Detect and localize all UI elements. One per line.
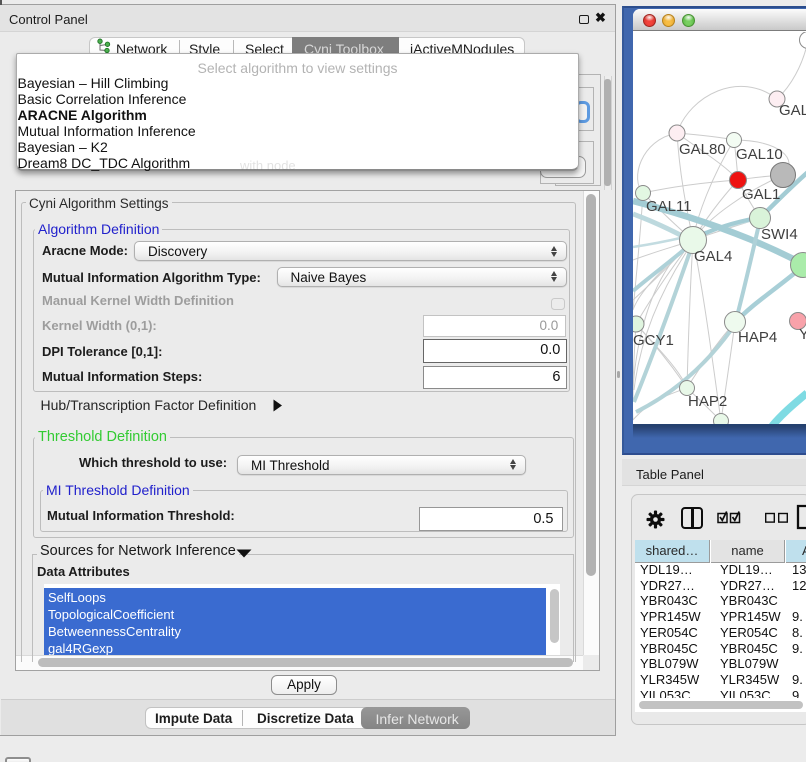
svg-text:SWI4: SWI4 [761, 226, 798, 243]
svg-text:GCY1: GCY1 [633, 332, 674, 349]
svg-text:YJ: YJ [799, 326, 806, 343]
svg-text:GAL4: GAL4 [694, 248, 732, 265]
svg-text:GAL80: GAL80 [679, 141, 726, 158]
svg-text:GAL1: GAL1 [742, 186, 780, 203]
svg-text:HAP2: HAP2 [688, 393, 727, 410]
svg-text:HAP4: HAP4 [738, 329, 777, 346]
svg-text:GAL10: GAL10 [736, 146, 783, 163]
svg-text:GAL2: GAL2 [779, 102, 806, 119]
svg-text:GAL11: GAL11 [646, 198, 692, 215]
